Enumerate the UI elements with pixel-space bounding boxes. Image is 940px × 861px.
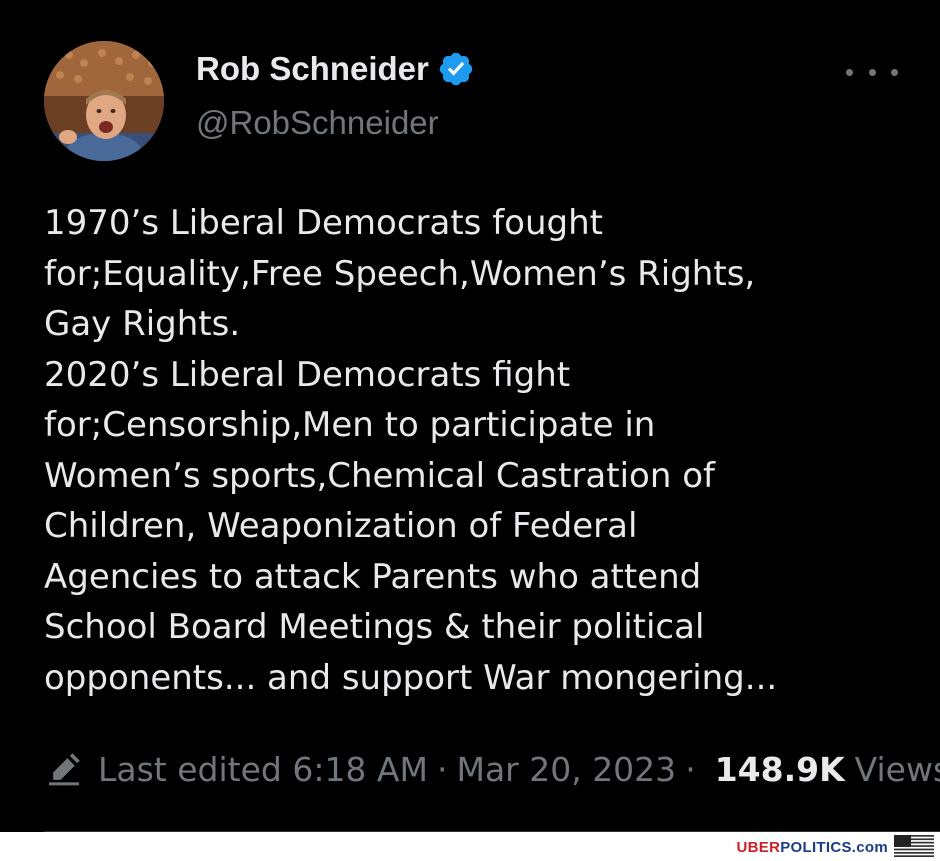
tweet-text-line: Children, Weaponization of Federal — [44, 506, 638, 546]
meta-separator: · — [436, 749, 448, 789]
verified-badge-icon — [439, 52, 473, 86]
more-dot — [846, 68, 853, 76]
pencil-icon — [49, 753, 80, 786]
tweet-text-line: for;Censorship,Men to participate in — [44, 405, 656, 445]
watermark-part: .com — [851, 839, 888, 856]
tweet-text-line: Women’s sports,Chemical Castration of — [44, 455, 715, 496]
tweet-date[interactable]: Mar 20, 2023 — [456, 750, 676, 789]
tweet-text-line: opponents... and support War mongering..… — [44, 657, 778, 698]
views-count: 148.9K — [714, 749, 845, 789]
avatar[interactable] — [44, 41, 164, 161]
tweet-card: Rob Schneider @RobSchneider 1970’s Liber… — [0, 0, 940, 832]
tweet-text: 1970’s Liberal Democrats fought for;Equa… — [44, 198, 924, 703]
edited-label[interactable]: Last edited 6:18 AM — [98, 750, 428, 789]
display-name[interactable]: Rob Schneider — [196, 50, 475, 88]
tweet-text-line: Agencies to attack Parents who attend — [44, 556, 702, 597]
watermark: UBERPOLITICS.com — [737, 839, 889, 856]
tweet-meta: Last edited 6:18 AM · Mar 20, 2023 · 148… — [44, 744, 940, 794]
watermark-part: UBER — [736, 839, 781, 856]
tweet-text-line: School Board Meetings & their political — [44, 607, 705, 647]
tweet-text-line: 1970’s Liberal Democrats fought — [44, 203, 603, 243]
views-label: Views — [854, 749, 940, 789]
display-name-text[interactable]: Rob Schneider — [196, 50, 429, 88]
watermark-bar: UBERPOLITICS.com — [0, 832, 940, 861]
tweet-text-line: 2020’s Liberal Democrats fight — [44, 354, 571, 395]
watermark-part: POLITICS — [780, 839, 852, 856]
more-dot — [891, 68, 898, 76]
more-dot — [868, 68, 876, 76]
tweet-text-line: Gay Rights. — [44, 304, 241, 344]
tweet-text-line: for;Equality,Free Speech,Women’s Rights, — [44, 253, 756, 294]
meta-separator: · — [685, 749, 696, 789]
user-handle[interactable]: @RobSchneider — [196, 104, 439, 142]
us-flag-icon — [894, 835, 934, 857]
avatar-photo — [44, 41, 164, 161]
more-options-icon[interactable] — [846, 58, 898, 86]
